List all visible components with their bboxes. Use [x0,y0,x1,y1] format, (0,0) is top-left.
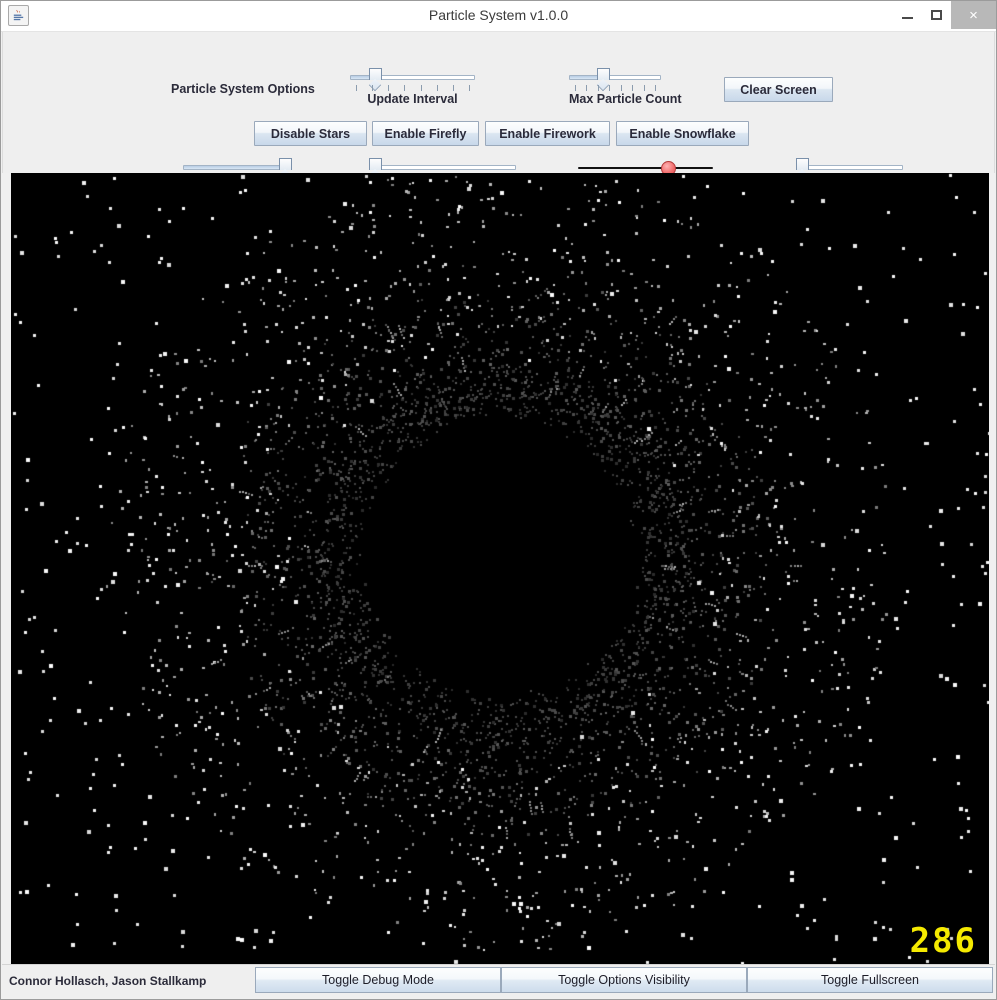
toggle-debug-mode-button[interactable]: Toggle Debug Mode [255,967,501,993]
slider-ticks-update-interval [350,85,475,92]
application-window: Particle System v1.0.0 × Particle System… [0,0,997,1000]
clear-screen-button[interactable]: Clear Screen [724,77,833,102]
slider-label-update-interval: Update Interval [367,92,458,106]
enable-firework-button[interactable]: Enable Firework [485,121,610,146]
close-icon: × [969,6,978,24]
particle-count-display: 286 [909,921,977,961]
slider-knob-update-interval[interactable] [369,68,382,80]
slider-knob-max-particle-count[interactable] [597,68,610,80]
status-bar: Connor Hollasch, Jason Stallkamp Toggle … [2,964,995,998]
slider-track-star-acceleration[interactable] [798,165,903,170]
slider-knob-star-size[interactable] [369,158,382,170]
enable-snowflake-button[interactable]: Enable Snowflake [616,121,749,146]
slider-label-max-particle-count: Max Particle Count [569,92,682,106]
close-button[interactable]: × [951,1,996,29]
slider-track-star-size[interactable] [371,165,516,170]
maximize-icon [931,10,942,20]
disable-stars-button[interactable]: Disable Stars [254,121,367,146]
toggle-fullscreen-button[interactable]: Toggle Fullscreen [747,967,993,993]
slider-track-star-spread[interactable] [578,167,713,169]
particle-canvas[interactable] [11,173,989,966]
enable-firefly-button[interactable]: Enable Firefly [372,121,479,146]
slider-knob-star-acceleration[interactable] [796,158,809,170]
window-title: Particle System v1.0.0 [428,7,569,23]
toggle-options-visibility-button[interactable]: Toggle Options Visibility [501,967,747,993]
particle-canvas-area[interactable]: 286 [11,173,989,966]
minimize-button[interactable] [893,1,922,29]
particle-system-options-label: Particle System Options [171,82,315,96]
title-bar: Particle System v1.0.0 × [1,1,996,32]
slider-knob-respawn-interval[interactable] [279,158,292,170]
credits-label: Connor Hollasch, Jason Stallkamp [9,974,207,988]
slider-ticks-max-particle-count [569,85,661,92]
maximize-button[interactable] [922,1,951,29]
options-panel: Particle System Options Stars Options Up… [2,32,995,196]
slider-fill-respawn-interval [184,166,284,169]
minimize-icon [902,16,913,19]
